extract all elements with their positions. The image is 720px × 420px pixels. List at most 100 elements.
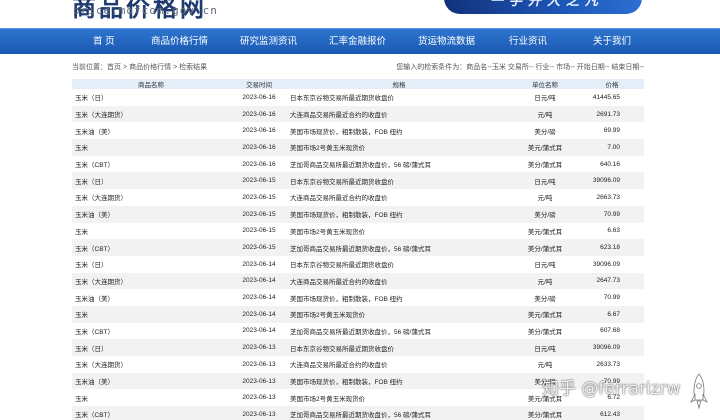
- table-row: 玉米（日） 2023-06-16 日本东京谷物交易所最近期货收盘价 日元/吨 41445…: [72, 89, 644, 106]
- table-row: 玉米油（美） 2023-06-15 美国市场现货价，粗制散装，FOB 纽约 美分/磅 7…: [72, 205, 644, 223]
- breadcrumb: 当前位置：首页 > 商品价格行情 > 检索结果 您输入的检索条件为：商品名--玉米 交易…: [72, 62, 644, 74]
- banner-text: 一手开人之凡: [490, 0, 605, 8]
- cell-spec: 美国市场现货价，粗制散装，FOB 纽约: [290, 379, 403, 387]
- cell-spec: 日本东京谷物交易所最近期货收盘价: [290, 262, 394, 270]
- cell-price: 6.63: [607, 227, 620, 235]
- breadcrumb-separator: >: [123, 64, 128, 71]
- cell-date: 2023-06-15: [242, 244, 276, 252]
- cell-spec: 芝加哥商品交易所最近期货收盘价，56 磅/蒲式耳: [290, 162, 431, 170]
- cell-name: 玉米（日）: [75, 262, 108, 270]
- nav-item-about-us[interactable]: 关于我们: [593, 29, 631, 55]
- cell-unit: 美分/蒲式耳: [527, 412, 563, 420]
- cell-date: 2023-06-15: [242, 227, 276, 235]
- table-row: 玉米（CBT） 2023-06-13 芝加哥商品交易所最近期货收盘价，56 磅/蒲式…: [72, 406, 644, 420]
- cell-date: 2023-06-16: [242, 143, 276, 151]
- cell-unit: 日元/吨: [534, 262, 556, 270]
- column-header-unit: 单位名称: [532, 82, 558, 89]
- cell-unit: 日元/吨: [534, 95, 556, 103]
- column-header-name: 商品名称: [138, 82, 164, 89]
- cell-date: 2023-06-16: [242, 160, 276, 168]
- cell-date: 2023-06-13: [242, 344, 276, 352]
- cell-date: 2023-06-15: [242, 177, 276, 185]
- cell-name: 玉米（CBT）: [75, 162, 114, 170]
- cell-date: 2023-06-13: [242, 394, 276, 402]
- cell-date: 2023-06-13: [242, 410, 276, 418]
- table-row: 玉米（大连期货） 2023-06-16 大连商品交易所最近合约的收盘价 元/吨 2691…: [72, 105, 644, 123]
- cell-spec: 日本东京谷物交易所最近期货收盘价: [290, 178, 394, 186]
- cell-name: 玉米（日）: [75, 345, 108, 353]
- cell-date: 2023-06-13: [242, 360, 276, 368]
- cell-name: 玉米油（美）: [75, 379, 114, 387]
- nav-item-logistics[interactable]: 货运物流数据: [418, 29, 475, 55]
- column-header-price: 价格: [605, 82, 619, 89]
- breadcrumb-link-home[interactable]: 首页: [107, 64, 121, 71]
- breadcrumb-link-price-market[interactable]: 商品价格行情: [129, 64, 171, 71]
- cell-name: 玉米: [75, 228, 88, 236]
- cell-price: 39096.09: [592, 177, 620, 185]
- cell-date: 2023-06-13: [242, 377, 276, 385]
- cell-unit: 元/吨: [537, 112, 553, 120]
- nav-item-research[interactable]: 研究监测资讯: [240, 29, 297, 55]
- cell-spec: 美国市场现货价，粗制散装，FOB 纽约: [290, 212, 403, 220]
- cell-unit: 美元/蒲式耳: [527, 312, 563, 320]
- cell-date: 2023-06-16: [242, 127, 276, 135]
- cell-date: 2023-06-14: [242, 327, 276, 335]
- nav-item-price-market[interactable]: 商品价格行情: [151, 29, 208, 55]
- cell-spec: 美国市场2号黄玉米现货价: [290, 145, 366, 153]
- cell-price: 39096.09: [592, 344, 620, 352]
- nav-item-home[interactable]: 首 页: [93, 29, 115, 55]
- breadcrumb-current: 检索结果: [179, 64, 208, 71]
- cell-spec: 美国市场2号黄玉米现货价: [290, 395, 366, 403]
- cell-unit: 日元/吨: [534, 345, 556, 353]
- table-row: 玉米（日） 2023-06-13 日本东京谷物交易所最近期货收盘价 日元/吨 39096…: [72, 339, 644, 356]
- cell-date: 2023-06-15: [242, 210, 276, 218]
- table-row: 玉米（CBT） 2023-06-14 芝加哥商品交易所最近期货收盘价，56 磅/蒲式…: [72, 322, 644, 340]
- table-row: 玉米 2023-06-16 美国市场2号黄玉米现货价 美元/蒲式耳 7.00: [72, 139, 644, 156]
- cell-spec: 芝加哥商品交易所最近期货收盘价，56 磅/蒲式耳: [290, 328, 431, 336]
- cell-name: 玉米: [75, 312, 88, 320]
- nav-item-exchange-rate[interactable]: 汇率金融报价: [329, 29, 386, 55]
- cell-spec: 大连商品交易所最近合约的收盘价: [290, 362, 388, 370]
- results-table-container: 商品名称 交易时间 规格 单位名称 价格 玉米（日） 2023-06-16 日本东京…: [72, 79, 644, 420]
- cell-spec: 美国市场2号黄玉米现货价: [290, 312, 366, 320]
- site-domain: price.mofcom.gov.cn: [73, 4, 218, 17]
- main-nav: 首 页 商品价格行情 研究监测资讯 汇率金融报价 货运物流数据 行业资讯 关于我…: [0, 28, 720, 54]
- cell-unit: 美分/蒲式耳: [527, 245, 563, 253]
- cell-price: 41445.65: [592, 93, 620, 101]
- cell-unit: 美分/磅: [534, 295, 556, 303]
- cell-price: 7.00: [607, 143, 620, 151]
- cell-spec: 美国市场2号黄玉米现货价: [290, 228, 366, 236]
- cell-spec: 美国市场现货价，粗制散装，FOB 纽约: [290, 295, 403, 303]
- table-header-row: 商品名称 交易时间 规格 单位名称 价格: [72, 79, 644, 89]
- column-header-spec: 规格: [392, 82, 406, 89]
- table-row: 玉米（日） 2023-06-14 日本东京谷物交易所最近期货收盘价 日元/吨 39096…: [72, 255, 644, 273]
- rocket-icon: [690, 373, 708, 410]
- cell-spec: 大连商品交易所最近合约的收盘价: [290, 112, 388, 120]
- cell-name: 玉米: [75, 145, 88, 153]
- cell-name: 玉米油（美）: [75, 212, 114, 220]
- cell-price: 39096.09: [592, 260, 620, 268]
- cell-spec: 芝加哥商品交易所最近期货收盘价，56 磅/蒲式耳: [290, 412, 431, 420]
- cell-price: 2633.73: [596, 360, 621, 368]
- watermark: 知乎 @ferrarizrw: [542, 379, 681, 399]
- table-row: 玉米（CBT） 2023-06-15 芝加哥商品交易所最近期货收盘价，56 磅/蒲式…: [72, 239, 644, 256]
- cell-unit: 元/吨: [537, 362, 553, 370]
- table-row: 玉米（大连期货） 2023-06-13 大连商品交易所最近合约的收盘价 元/吨 2633…: [72, 356, 644, 373]
- cell-unit: 元/吨: [537, 195, 553, 203]
- table-row: 玉米 2023-06-15 美国市场2号黄玉米现货价 美元/蒲式耳 6.63: [72, 222, 644, 240]
- table-row: 玉米（CBT） 2023-06-16 芝加哥商品交易所最近期货收盘价，56 磅/蒲式…: [72, 155, 644, 173]
- cell-unit: 美分/磅: [534, 128, 556, 136]
- cell-date: 2023-06-14: [242, 277, 276, 285]
- cell-spec: 日本东京谷物交易所最近期货收盘价: [290, 95, 394, 103]
- cell-price: 69.99: [603, 127, 620, 135]
- table-row: 玉米油（美） 2023-06-16 美国市场现货价，粗制散装，FOB 纽约 美分/磅 6…: [72, 122, 644, 140]
- cell-name: 玉米（大连期货）: [75, 112, 127, 120]
- cell-name: 玉米油（美）: [75, 295, 114, 303]
- cell-date: 2023-06-14: [242, 310, 276, 318]
- table-row: 玉米（大连期货） 2023-06-14 大连商品交易所最近合约的收盘价 元/吨 2647…: [72, 272, 644, 290]
- nav-item-industry-news[interactable]: 行业资讯: [509, 29, 547, 55]
- cell-price: 612.43: [600, 410, 620, 418]
- cell-price: 70.99: [603, 294, 620, 302]
- cell-price: 623.18: [600, 244, 620, 252]
- cell-date: 2023-06-16: [242, 110, 276, 118]
